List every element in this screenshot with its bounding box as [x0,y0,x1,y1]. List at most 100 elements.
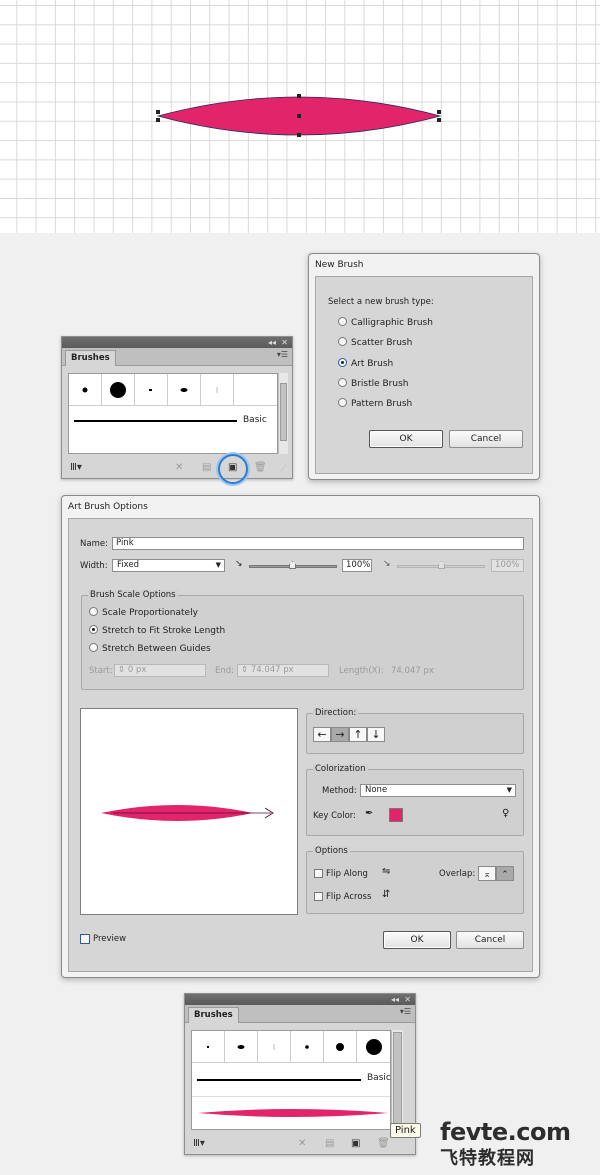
radio-button[interactable] [338,337,347,346]
variation-pen-icon: ↘ [383,559,391,569]
remove-brush-stroke-icon[interactable]: ✕ [298,1138,306,1150]
scroll-thumb[interactable] [280,383,287,441]
end-label: End: [215,666,235,676]
option-pattern[interactable]: Pattern Brush [338,398,412,409]
cancel-button[interactable]: Cancel [456,931,524,949]
panel-menu-icon[interactable]: ▾☰ [277,350,288,359]
option-calligraphic[interactable]: Calligraphic Brush [338,317,433,328]
option-scatter[interactable]: Scatter Brush [338,337,412,348]
new-brush-highlight-ring [218,454,248,484]
tips-lightbulb-icon[interactable]: ♀ [502,808,509,819]
resize-grip-icon[interactable]: ⋰ [280,462,287,474]
overlap-adjust-button[interactable]: ⌅ [478,866,496,881]
brush-swatch-blob[interactable] [168,374,201,406]
ok-button[interactable]: OK [369,430,443,448]
radio-button[interactable] [89,607,98,616]
direction-down-button[interactable]: ↓ [367,727,385,742]
close-icon[interactable]: ✕ [281,337,288,348]
direction-group: Direction: ← → ↑ ↓ [306,708,524,754]
direction-right-button[interactable]: → [331,727,349,742]
brush-options-icon[interactable]: ▤ [202,462,211,474]
panel-titlebar[interactable]: ◂◂ ✕ [185,994,415,1005]
option-stretch-between-guides[interactable]: Stretch Between Guides [89,643,211,654]
flip-across-checkbox[interactable] [314,892,323,901]
brush-swatch-dot-medium[interactable] [324,1031,357,1063]
dialog-title: New Brush [315,260,364,270]
radio-button[interactable] [89,643,98,652]
width-slider-thumb[interactable] [289,561,296,569]
scroll-thumb[interactable] [393,1032,402,1126]
art-brush-options-dialog: Art Brush Options Name: Pink Width: Fixe… [61,495,540,978]
radio-button-selected[interactable] [89,625,98,634]
delete-brush-icon[interactable]: 🗑 [377,1138,390,1150]
width-select[interactable]: Fixed ▼ [112,559,225,572]
tab-row: Brushes ▾☰ [185,1005,415,1023]
delete-brush-icon[interactable]: 🗑 [254,462,267,474]
pink-brush-stroke [198,1109,388,1117]
remove-brush-stroke-icon[interactable]: ✕ [175,462,183,474]
option-label: Scale Proportionately [102,608,198,618]
radio-button-selected[interactable] [338,358,347,367]
method-select[interactable]: None ▼ [360,784,516,797]
collapse-icon[interactable]: ◂◂ [391,994,399,1005]
brush-libraries-icon[interactable]: Ⅲ▾ [70,462,82,474]
length-label: Length(X): [339,666,384,676]
brush-swatch-dot-large[interactable] [102,374,135,406]
width-select-value: Fixed [117,560,140,570]
close-icon[interactable]: ✕ [404,994,411,1005]
brush-list-scrollbar[interactable] [278,373,288,454]
option-label: Stretch to Fit Stroke Length [102,626,226,636]
width-label: Width: [80,561,108,571]
brush-swatch-dash[interactable] [192,1031,225,1063]
brush-swatch-dot-small[interactable] [69,374,102,406]
brush-swatch-thin[interactable] [201,374,234,406]
direction-up-button[interactable]: ↑ [349,727,367,742]
collapse-icon[interactable]: ◂◂ [268,337,276,348]
tab-brushes[interactable]: Brushes [188,1007,239,1023]
flip-across-label: Flip Across [326,892,372,902]
flip-along-label: Flip Along [326,869,368,879]
brush-swatch-dash[interactable] [135,374,168,406]
brush-options-icon[interactable]: ▤ [325,1138,334,1150]
eyedropper-icon[interactable]: ✒ [365,808,373,819]
radio-button[interactable] [338,398,347,407]
brush-swatch-blob[interactable] [225,1031,258,1063]
radio-button[interactable] [338,317,347,326]
pink-ellipse-shape[interactable] [0,0,600,233]
start-label: Start: [89,666,113,676]
width-pen-icon: ↘ [235,559,243,569]
panel-menu-icon[interactable]: ▾☰ [400,1007,411,1016]
option-bristle[interactable]: Bristle Brush [338,378,408,389]
dialog-title: Art Brush Options [68,502,148,512]
brush-row-pink[interactable] [192,1097,390,1129]
direction-left-button[interactable]: ← [313,727,331,742]
panel-titlebar[interactable]: ◂◂ ✕ [62,337,292,348]
brush-swatch-dot-large[interactable] [357,1031,390,1063]
option-stretch-to-fit[interactable]: Stretch to Fit Stroke Length [89,625,226,636]
tab-brushes[interactable]: Brushes [65,350,116,366]
brush-list-scrollbar[interactable] [391,1030,403,1130]
brush-row-basic[interactable]: Basic [192,1063,391,1097]
option-scale-proportionately[interactable]: Scale Proportionately [89,607,198,618]
method-label: Method: [322,786,357,796]
arrow-left-icon: ← [317,728,327,741]
flip-along-checkbox[interactable] [314,869,323,878]
radio-button[interactable] [338,378,347,387]
brush-swatch-dot-small[interactable] [291,1031,324,1063]
brush-row-basic[interactable]: Basic [69,406,277,434]
preview-checkbox[interactable] [80,934,90,944]
options-group: Options Flip Along ⇋ Flip Across ⇵ Overl… [306,846,524,914]
option-art[interactable]: Art Brush [338,358,393,369]
brush-swatch-thin[interactable] [258,1031,291,1063]
length-value: 74.047 px [391,666,434,676]
cancel-button[interactable]: Cancel [449,430,523,448]
width-percent-field[interactable]: 100% [342,559,372,572]
key-color-swatch[interactable] [389,808,403,822]
brush-libraries-icon[interactable]: Ⅲ▾ [193,1138,205,1150]
ok-button[interactable]: OK [383,931,451,949]
overlap-none-button[interactable]: ⌃ [496,866,514,881]
new-brush-icon[interactable]: ▣ [351,1138,360,1150]
group-title: Brush Scale Options [88,590,178,600]
name-field[interactable]: Pink [112,537,524,550]
option-label: Stretch Between Guides [102,644,211,654]
